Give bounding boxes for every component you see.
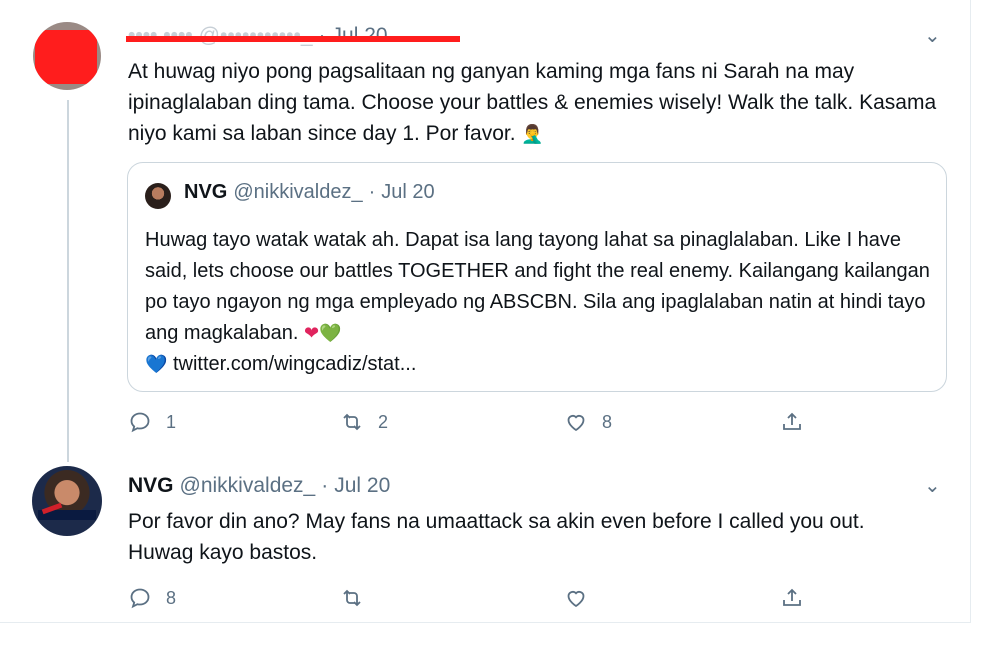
quoted-author-name: NVG xyxy=(184,181,228,203)
quoted-tweet-text: Huwag tayo watak watak ah. Dapat isa lan… xyxy=(145,225,945,380)
quoted-tweet-date: Jul 20 xyxy=(381,181,435,203)
quoted-author-handle: @nikkivaldez_ xyxy=(233,181,363,203)
separator-dot: · xyxy=(368,181,376,203)
avatar[interactable] xyxy=(33,22,101,90)
thread-connector-line xyxy=(67,100,69,462)
reply-icon xyxy=(130,412,150,433)
reply-button[interactable]: 8 xyxy=(128,586,176,610)
author-name[interactable]: NVG xyxy=(128,474,174,498)
reply-count: 1 xyxy=(166,411,177,432)
heart-icon xyxy=(567,590,585,608)
share-button[interactable] xyxy=(780,410,818,434)
author-handle[interactable]: @nikkivaldez_ xyxy=(180,474,316,498)
redaction-block xyxy=(35,30,97,84)
tweet-date[interactable]: Jul 20 xyxy=(334,474,390,498)
timeline-frame: •••• •••• @•••••••••••_ · Jul 20 ⌄ At hu… xyxy=(0,0,971,623)
retweet-icon xyxy=(343,413,361,431)
retweet-icon xyxy=(343,589,361,607)
avatar[interactable] xyxy=(32,466,102,536)
share-icon xyxy=(783,588,801,606)
reply-icon xyxy=(130,588,150,609)
like-button[interactable]: 8 xyxy=(564,410,612,434)
quoted-tweet-card[interactable]: NVG @nikkivaldez_ · Jul 20 Huwag tayo wa… xyxy=(127,162,947,392)
separator-dot: · xyxy=(321,474,329,497)
avatar xyxy=(145,183,171,209)
chevron-down-icon[interactable]: ⌄ xyxy=(924,26,941,46)
green-heart-emoji: 💚 xyxy=(319,323,342,344)
share-icon xyxy=(783,412,801,430)
retweet-button[interactable] xyxy=(340,586,378,610)
red-heart-emoji: ❤ xyxy=(304,323,320,344)
heart-icon xyxy=(567,414,585,432)
reply-count: 8 xyxy=(166,587,177,608)
quoted-tweet-header: NVG @nikkivaldez_ · Jul 20 xyxy=(184,181,435,204)
facepalm-emoji: 🤦‍♂️ xyxy=(521,124,544,145)
like-count: 8 xyxy=(602,411,613,432)
tweet-actions: 8 xyxy=(128,586,828,616)
retweet-count: 2 xyxy=(378,411,389,432)
quoted-text-body: Huwag tayo watak watak ah. Dapat isa lan… xyxy=(145,229,930,344)
chevron-down-icon[interactable]: ⌄ xyxy=(924,476,941,496)
tweet-header: NVG @nikkivaldez_ · Jul 20 xyxy=(128,474,390,498)
reply-button[interactable]: 1 xyxy=(128,410,176,434)
retweet-button[interactable]: 2 xyxy=(340,410,388,434)
share-button[interactable] xyxy=(780,586,818,610)
redaction-line xyxy=(126,36,460,42)
tweet-text: Por favor din ano? May fans na umaattack… xyxy=(128,510,865,564)
quoted-link[interactable]: twitter.com/wingcadiz/stat... xyxy=(173,353,416,375)
like-button[interactable] xyxy=(564,586,602,610)
blue-heart-emoji: 💙 xyxy=(145,354,168,375)
tweet-text: At huwag niyo pong pagsalitaan ng ganyan… xyxy=(128,56,938,150)
tweet-actions: 1 2 8 xyxy=(128,410,828,440)
